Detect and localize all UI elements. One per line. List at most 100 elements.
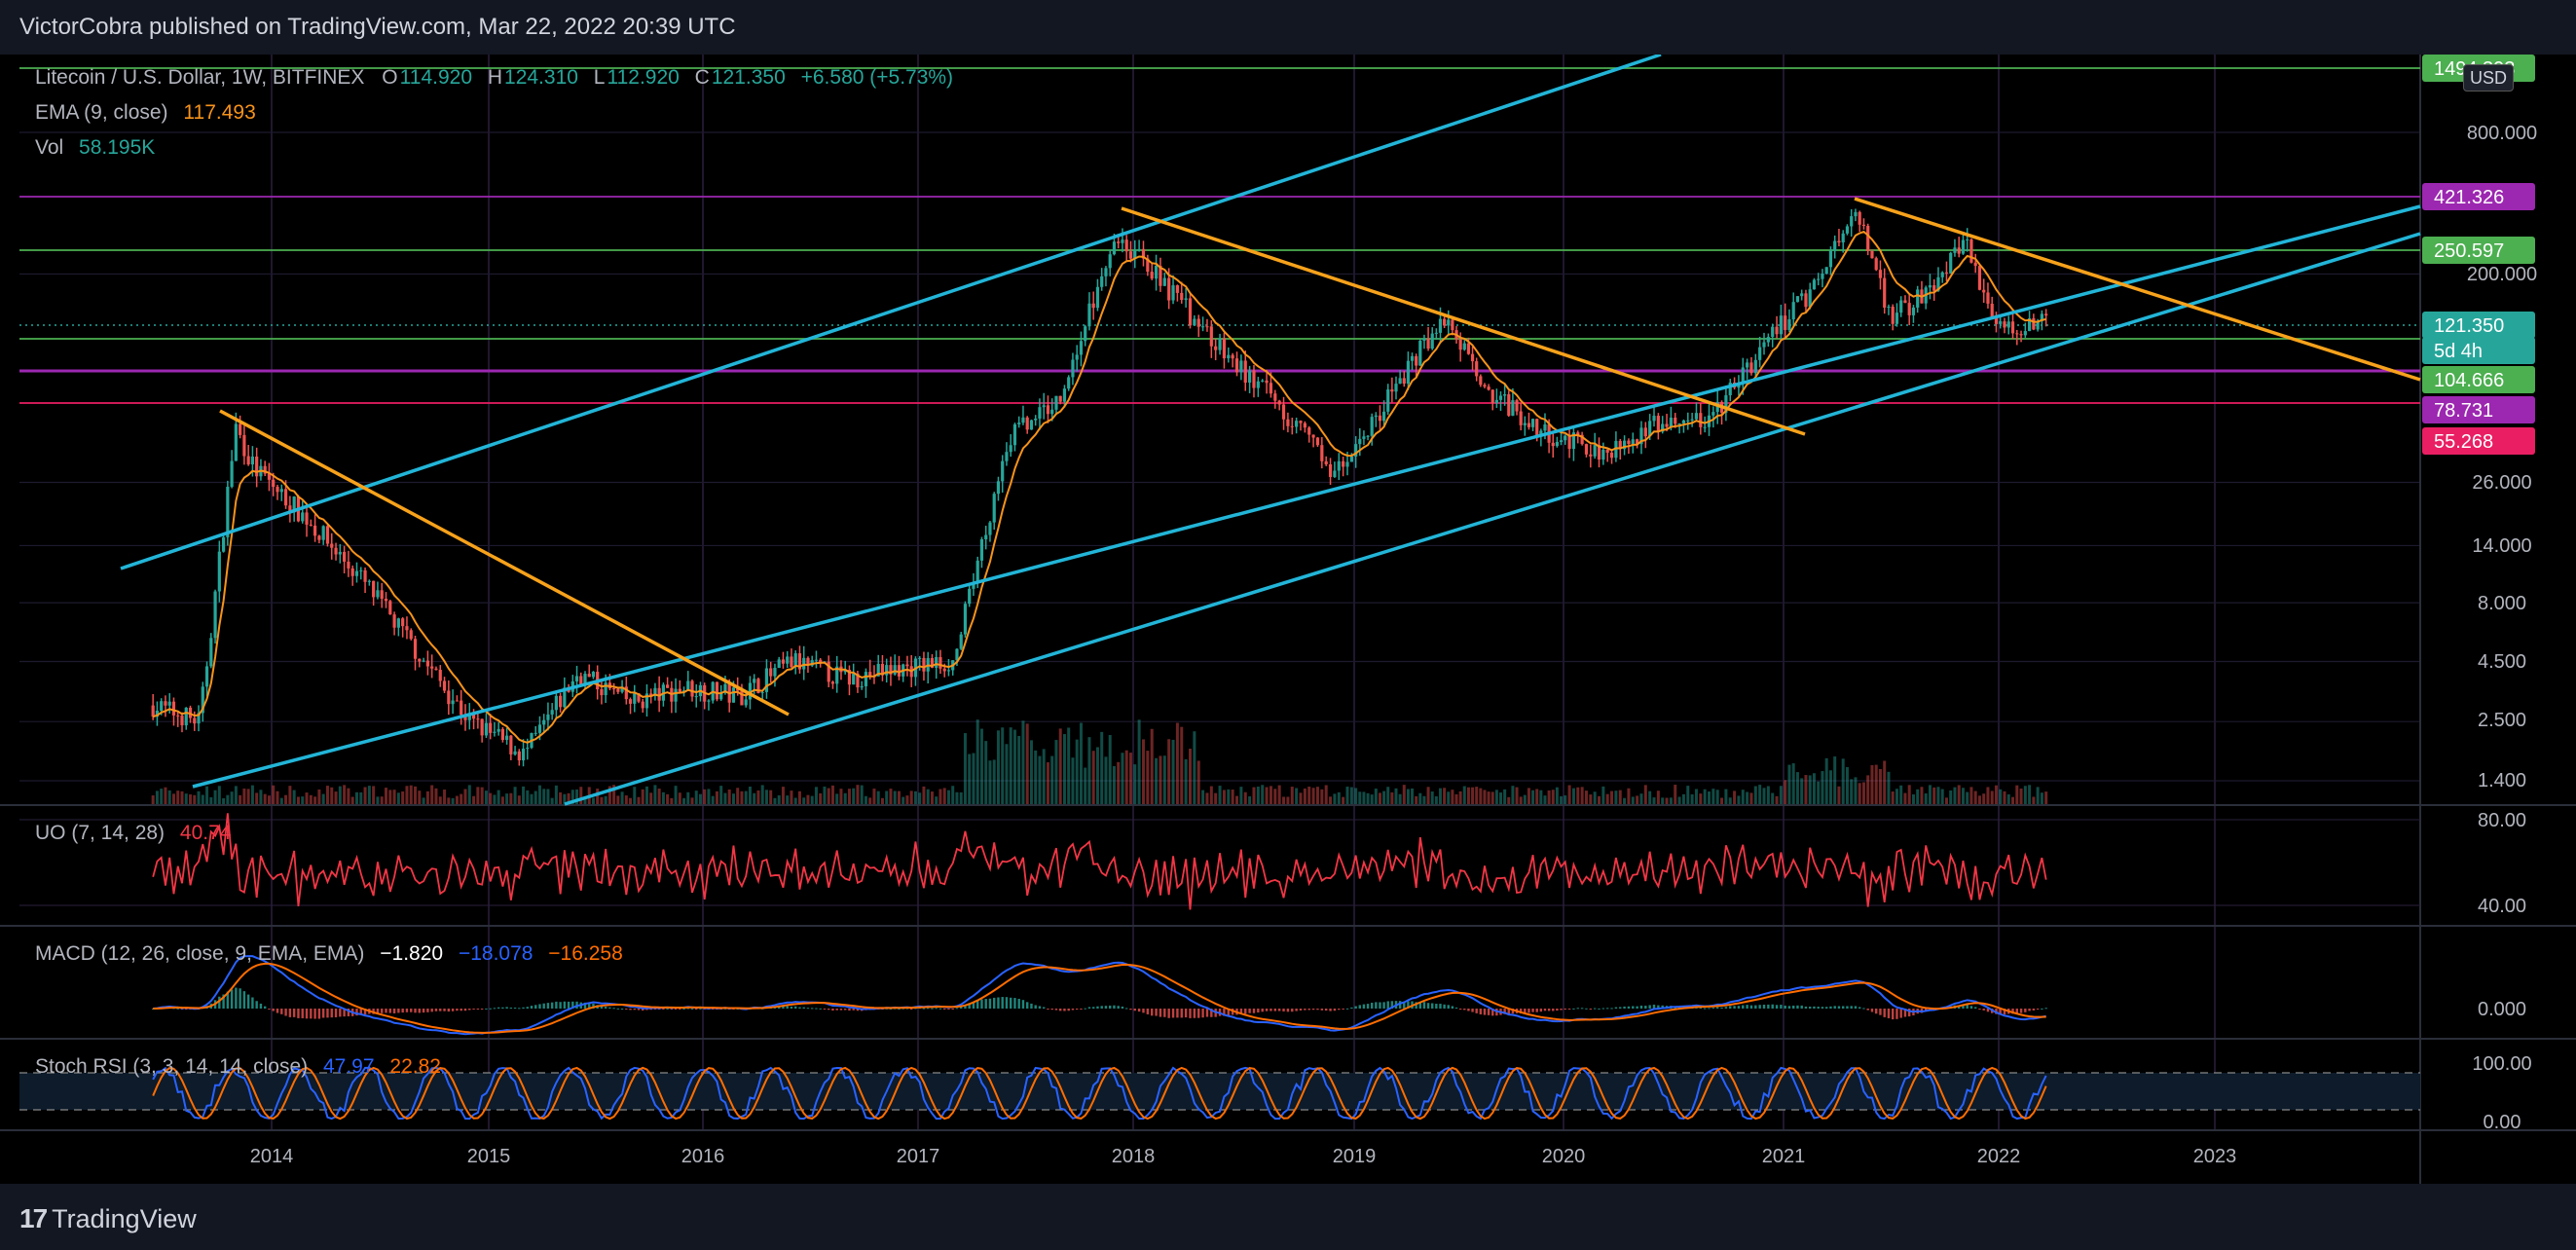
macd-hist-bar [1109, 1005, 1112, 1009]
tradingview-logo[interactable]: 17 TradingView [19, 1203, 197, 1234]
high-value: 124.310 [504, 66, 578, 89]
volume-bar [1390, 791, 1394, 804]
candle-body [1091, 303, 1095, 309]
volume-bar [1850, 779, 1854, 804]
volume-bar [1618, 790, 1622, 804]
volume-bar [1944, 797, 1948, 804]
volume-bar [542, 789, 546, 804]
candle-body [313, 525, 317, 536]
macd-hist-bar [1758, 1005, 1761, 1009]
candle-body [193, 717, 197, 724]
volume-bar [1354, 788, 1358, 804]
volume-bar [1656, 790, 1660, 804]
volume-bar [1071, 757, 1075, 804]
volume-bar [505, 793, 509, 804]
volume-bar [1547, 790, 1551, 804]
macd-hist-bar [811, 1008, 814, 1010]
volume-bar [1231, 790, 1234, 804]
macd-hist-bar [922, 1008, 926, 1010]
volume-bar [1349, 787, 1353, 804]
macd-legend: MACD (12, 26, close, 9, EMA, EMA) −1.820… [35, 942, 625, 966]
volume-bar [1916, 789, 1920, 804]
macd-hist-bar [1800, 1005, 1803, 1009]
chart-svg[interactable]: 800.000 200.000 26.000 14.000 8.000 4.500 2.50… [0, 53, 2576, 1184]
volume-bar [830, 785, 834, 804]
macd-hist-bar [1703, 1008, 1707, 1010]
candle-body [1861, 224, 1866, 226]
volume-bar [1248, 795, 1252, 804]
candle-body [1694, 413, 1699, 420]
currency-badge[interactable]: USD [2463, 64, 2514, 92]
volume-bar [814, 787, 818, 804]
macd-hist-bar [1067, 1009, 1070, 1011]
macd-hist-bar [629, 1009, 632, 1011]
macd-hist-bar [786, 1006, 789, 1009]
macd-hist-bar [305, 1009, 309, 1019]
candle-body [405, 626, 409, 631]
candle-body [180, 716, 184, 726]
volume-bar [284, 794, 288, 804]
candle-body [1303, 423, 1306, 428]
candle-body [893, 665, 897, 675]
candle-body [1209, 326, 1213, 347]
macd-hist-bar [1487, 1009, 1490, 1015]
volume-bar [401, 790, 405, 804]
chart-area[interactable]: 800.000 200.000 26.000 14.000 8.000 4.500 2.50… [0, 53, 2576, 1184]
macd-hist-bar [1879, 1009, 1882, 1015]
candle-body [272, 479, 276, 488]
candle-body [996, 481, 1001, 495]
candle-body [1800, 293, 1804, 297]
macd-hist-bar [935, 1008, 938, 1010]
candle-body [860, 685, 864, 688]
uo-line [152, 813, 2047, 910]
candle-body [184, 707, 188, 726]
candle-body [1234, 358, 1239, 373]
candle-body [1121, 239, 1124, 243]
candle-body [1543, 423, 1547, 431]
candle-body [305, 512, 309, 525]
volume-bar [1235, 795, 1239, 804]
candle-body [1551, 442, 1555, 447]
pane-tick-label: 0.000 [2478, 999, 2526, 1020]
candle-body [480, 718, 484, 736]
macd-hist-bar [662, 1009, 665, 1010]
macd-hist-bar [1159, 1009, 1162, 1017]
macd-hist-bar [1205, 1009, 1209, 1017]
macd-hist-bar [1001, 997, 1004, 1009]
volume-bar [480, 787, 484, 804]
macd-hist-bar [1451, 1006, 1454, 1009]
candle-body [413, 639, 418, 659]
volume-bar [1095, 747, 1099, 804]
volume-bar [380, 796, 384, 804]
volume-bar [239, 794, 242, 804]
ema-legend: EMA (9, close) 117.493 [35, 101, 258, 125]
volume-bar [1252, 787, 1256, 804]
time-tick-label: 2016 [681, 1146, 725, 1167]
candle-body [388, 601, 392, 615]
macd-hist-bar [1342, 1009, 1344, 1010]
candle-body [447, 690, 451, 705]
volume-bar [1953, 787, 1957, 804]
close-label: C [694, 66, 710, 89]
price-tag-label: 250.597 [2434, 240, 2504, 262]
volume-bar [1311, 788, 1315, 804]
price-tick-label: 4.500 [2478, 651, 2526, 673]
volume-bar [918, 792, 922, 804]
macd-hist-bar [242, 991, 246, 1009]
volume-bar [455, 795, 459, 804]
time-tick-label: 2021 [1762, 1146, 1806, 1167]
macd-hist-bar [1875, 1009, 1878, 1014]
volume-bar [193, 794, 197, 804]
candle-body [534, 732, 537, 734]
candle-body [604, 682, 607, 696]
candle-body [493, 731, 497, 733]
candle-body [1527, 423, 1531, 427]
macd-hist-bar [405, 1009, 409, 1012]
volume-bar [151, 795, 155, 804]
candle-body [641, 701, 644, 709]
volume-bar [255, 792, 259, 804]
volume-bar [723, 792, 727, 804]
candle-body [753, 679, 756, 683]
candle-body [1878, 270, 1883, 278]
volume-bar [1490, 791, 1494, 804]
